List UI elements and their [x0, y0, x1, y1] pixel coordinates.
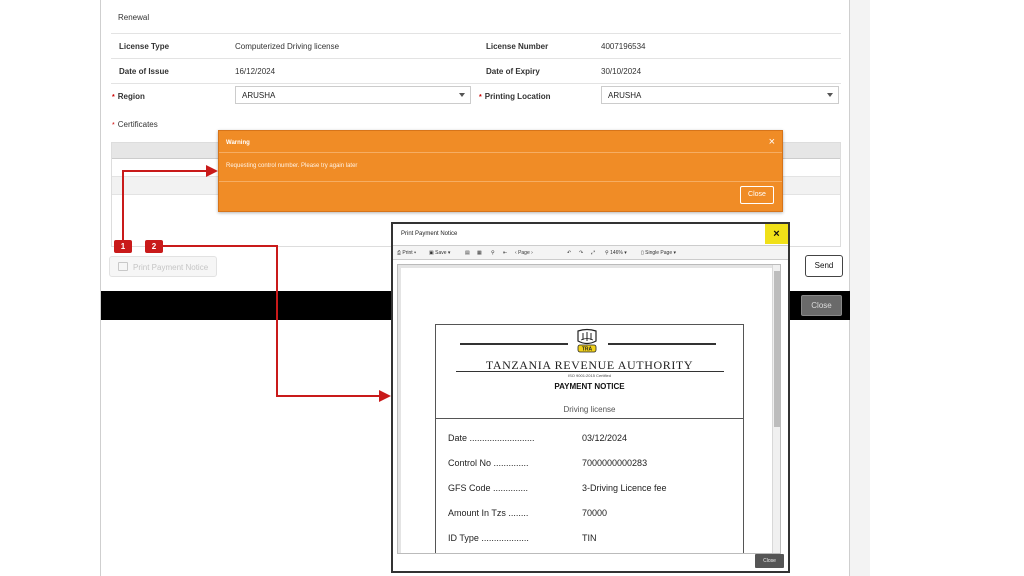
print-payment-notice-dialog: Print Payment Notice × ⎙ Print ▾ ▣ Save …: [391, 222, 790, 573]
notice-row-id-type: ID Type ................... TIN: [448, 533, 738, 547]
notice-row-value: 7000000000283: [582, 458, 648, 468]
pdf-viewport[interactable]: TRA TANZANIA REVENUE AUTHORITY ISO 9001:…: [397, 264, 781, 554]
close-icon[interactable]: ×: [765, 224, 788, 244]
view-label: Single Page: [645, 250, 673, 256]
dialog-close-button[interactable]: Close: [755, 554, 784, 568]
notice-row-gfs-code: GFS Code .............. 3-Driving Licenc…: [448, 483, 738, 497]
view-mode-select[interactable]: ▯ Single Page ▾: [641, 250, 676, 256]
notice-row-value: 3-Driving Licence fee: [582, 483, 667, 493]
scrollbar-thumb[interactable]: [774, 271, 780, 427]
divider: [456, 371, 724, 372]
callout-badge-1: 1: [114, 240, 132, 253]
tra-logo: TRA: [577, 328, 597, 353]
notice-row-value: TIN: [582, 533, 597, 543]
fit-icon[interactable]: ⤢: [591, 250, 595, 256]
divider: [436, 418, 743, 419]
callout-2-arrow: [163, 245, 391, 402]
pdf-page: TRA TANZANIA REVENUE AUTHORITY ISO 9001:…: [401, 268, 778, 553]
binoculars-icon[interactable]: ⚲: [491, 250, 495, 256]
notice-row-value: 70000: [582, 508, 608, 518]
payment-notice: TRA TANZANIA REVENUE AUTHORITY ISO 9001:…: [435, 324, 744, 553]
copy-icon[interactable]: ▤: [465, 250, 470, 256]
vertical-scrollbar[interactable]: [772, 265, 780, 553]
notice-row-key: Date ..........................: [448, 433, 535, 443]
first-page-icon[interactable]: ⇤: [503, 250, 507, 256]
redo-icon[interactable]: ↷: [579, 250, 583, 256]
iso-certification: ISO 9001:2015 Certified: [568, 373, 611, 378]
divider: [460, 343, 568, 345]
screen: Renewal License Type Computerized Drivin…: [0, 0, 1024, 576]
save-label: Save: [435, 250, 447, 256]
undo-icon[interactable]: ↶: [567, 250, 571, 256]
divider: [608, 343, 716, 345]
grid-icon[interactable]: ▦: [477, 250, 482, 256]
payment-notice-heading: PAYMENT NOTICE: [554, 382, 625, 391]
notice-row-key: GFS Code ..............: [448, 483, 529, 493]
print-label: Print: [402, 250, 413, 256]
pdf-print-button[interactable]: ⎙ Print ▾: [397, 250, 416, 256]
notice-row-key: ID Type ...................: [448, 533, 529, 543]
notice-row-control-no: Control No .............. 7000000000283: [448, 458, 738, 472]
notice-row-amount: Amount In Tzs ........ 70000: [448, 508, 738, 522]
pdf-save-button[interactable]: ▣ Save ▾: [429, 250, 450, 256]
notice-row-key: Amount In Tzs ........: [448, 508, 529, 518]
notice-row-value: 03/12/2024: [582, 433, 628, 443]
zoom-select[interactable]: ⚲ 146% ▾: [605, 250, 627, 256]
callout-1-arrow: [122, 165, 218, 240]
payment-notice-subheading: Driving license: [563, 405, 616, 414]
tra-logo-text: TRA: [582, 347, 593, 353]
page-field[interactable]: ‹ Page ›: [515, 250, 533, 256]
callout-badge-2: 2: [145, 240, 163, 253]
notice-row-key: Control No ..............: [448, 458, 529, 468]
page-label: Page: [518, 250, 530, 256]
dialog-title: Print Payment Notice: [401, 231, 458, 237]
zoom-label: 146%: [610, 250, 623, 256]
pdf-toolbar: ⎙ Print ▾ ▣ Save ▾ ▤ ▦ ⚲ ⇤ ‹ Page › ↶ ↷ …: [393, 245, 788, 260]
notice-row-date: Date .......................... 03/12/20…: [448, 433, 738, 447]
